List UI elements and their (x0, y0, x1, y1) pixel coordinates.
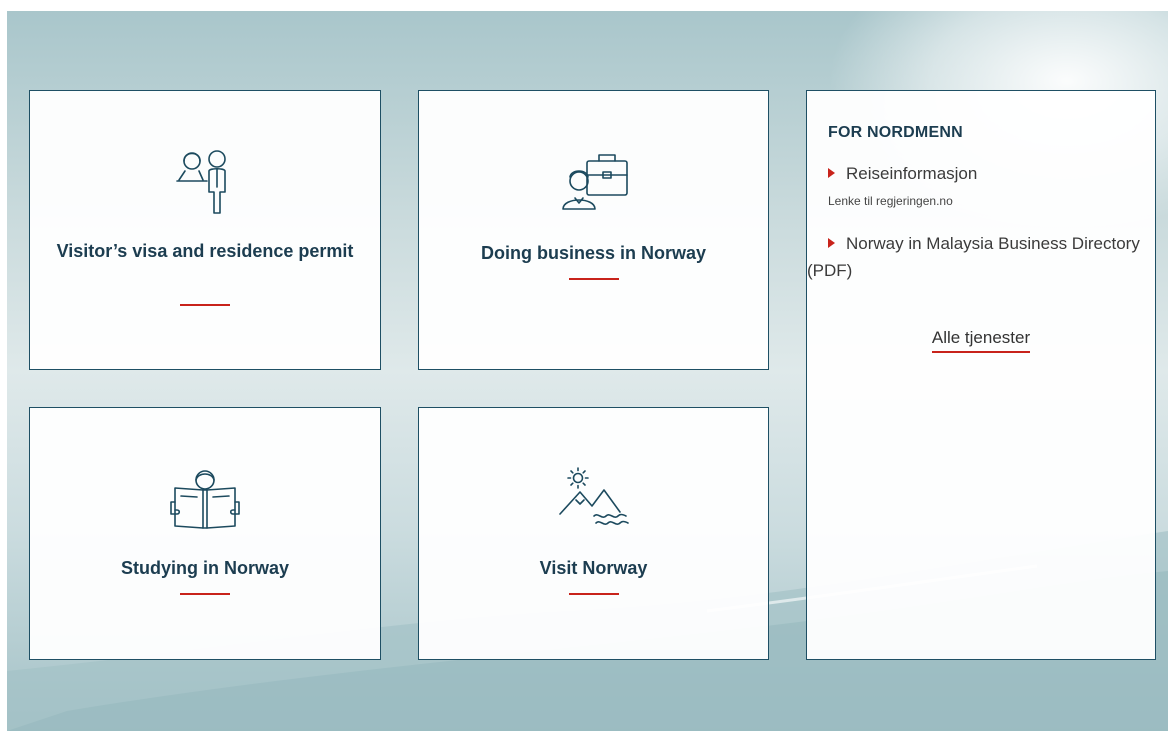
page-background: Visitor’s visa and residence permit Doin… (7, 11, 1168, 731)
visa-people-icon (176, 150, 226, 214)
tile-underline (568, 278, 619, 280)
tile-visa-residence[interactable]: Visitor’s visa and residence permit (29, 90, 381, 370)
tile-underline (568, 593, 619, 595)
panel-heading: FOR NORDMENN (828, 124, 963, 141)
business-briefcase-icon (561, 154, 628, 210)
link-reiseinformasjon[interactable]: Reiseinformasjon (807, 160, 1145, 187)
tile-doing-business[interactable]: Doing business in Norway (418, 90, 769, 370)
tile-title: Visit Norway (539, 558, 648, 578)
link-subtext: Lenke til regjeringen.no (828, 194, 953, 208)
tile-title: Doing business in Norway (480, 243, 707, 263)
tile-underline (180, 593, 230, 595)
mountain-sun-icon (558, 467, 629, 525)
tile-visit-norway[interactable]: Visit Norway (418, 407, 769, 660)
tile-title: Visitor’s visa and residence permit (56, 241, 354, 261)
triangle-right-icon (828, 168, 835, 178)
student-reading-icon (170, 470, 240, 529)
for-nordmenn-panel: FOR NORDMENN Reiseinformasjon Lenke til … (806, 90, 1156, 660)
tile-title: Studying in Norway (120, 558, 289, 578)
all-services-link[interactable]: Alle tjenester (931, 328, 1031, 353)
triangle-right-icon (828, 238, 835, 248)
tile-studying[interactable]: Studying in Norway (29, 407, 381, 660)
tile-underline (180, 304, 230, 306)
link-business-directory[interactable]: Norway in Malaysia Business Directory (P… (807, 230, 1145, 284)
